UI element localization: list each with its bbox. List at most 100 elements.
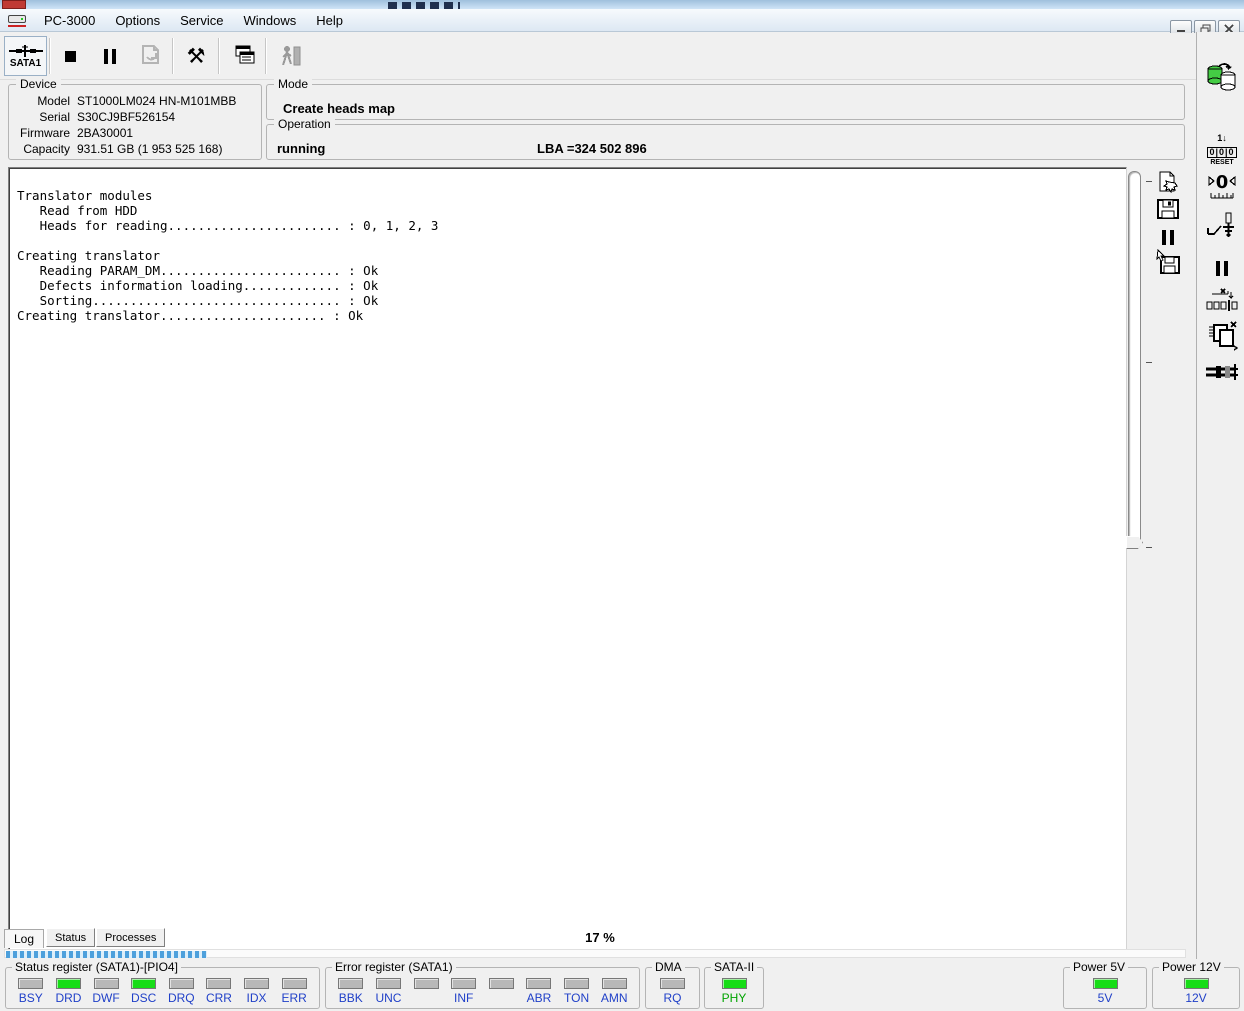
new-log-icon: [1159, 171, 1178, 194]
drive-copy-button[interactable]: [1205, 60, 1239, 92]
device-serial-value: S30CJ9BF526154: [77, 110, 176, 124]
progress-bar: [4, 949, 1186, 958]
reset-counter-icon: 1↓ 0|0|0 RESET: [1207, 133, 1237, 166]
led-cell-ton: TON: [558, 978, 596, 1005]
drq-label: DRQ: [167, 991, 195, 1005]
device-group: Device Model ST1000LM024 HN-M101MBB Seri…: [8, 77, 262, 160]
new-log-button[interactable]: [1153, 169, 1183, 195]
trackbar-tick: [1146, 181, 1152, 182]
bbk-label: BBK: [338, 991, 363, 1005]
dsc-led: [131, 978, 157, 989]
app-logo-fragment: [2, 0, 26, 9]
device-model-label: Model: [37, 94, 70, 108]
pause-utility-button[interactable]: [1205, 252, 1239, 284]
led-cell-bbk: BBK: [332, 978, 370, 1005]
status-register-group: Status register (SATA1)-[PIO4] BSY DRD D…: [5, 960, 320, 1009]
toolbar-separator: [218, 38, 220, 74]
crr-led: [206, 978, 232, 989]
operation-legend: Operation: [274, 117, 335, 131]
tab-status[interactable]: Status: [46, 928, 96, 947]
abr-label: ABR: [526, 991, 552, 1005]
err-label: ERR: [281, 991, 307, 1005]
device-capacity-label: Capacity: [23, 142, 70, 156]
led-cell-dwf: DWF: [87, 978, 125, 1005]
sata2-title: SATA-II: [711, 960, 758, 974]
rq-label: RQ: [663, 991, 682, 1005]
exit-icon: [282, 46, 301, 66]
power12-label: 12V: [1185, 991, 1207, 1005]
skip-counter-button[interactable]: [1205, 285, 1239, 317]
pc3000-window: PC-3000 Options Service Windows Help SAT…: [0, 0, 1244, 1011]
titlebar-sliver: [0, 0, 1244, 9]
power5-led: [1092, 978, 1118, 989]
crr-label: CRR: [205, 991, 232, 1005]
led-cell-amn: AMN: [595, 978, 633, 1005]
dsc-label: DSC: [131, 991, 157, 1005]
led-cell-bsy: BSY: [12, 978, 50, 1005]
windows-cascade-icon: [235, 45, 255, 64]
exit-button[interactable]: [272, 36, 308, 76]
device-serial-label: Serial: [39, 110, 70, 124]
err-led: [281, 978, 307, 989]
head-switch-button[interactable]: [1205, 210, 1239, 242]
toolbar-separator: [49, 38, 51, 74]
power12-group: Power 12V 12V: [1152, 960, 1240, 1009]
trackbar-tick: [1146, 362, 1152, 363]
device-legend: Device: [16, 77, 61, 91]
port-sata1-button[interactable]: SATA1: [4, 36, 47, 76]
menu-pc3000[interactable]: PC-3000: [34, 10, 105, 31]
head-switch-icon: [1207, 212, 1234, 237]
power5-group: Power 5V 5V: [1063, 960, 1147, 1009]
toolbar: SATA1 ⚒: [0, 33, 1196, 80]
close-windows-button[interactable]: [1205, 319, 1239, 351]
idx-led: [244, 978, 270, 989]
unc-label: UNC: [375, 991, 402, 1005]
log-line: Defects information loading.............…: [17, 278, 379, 293]
tab-log[interactable]: Log: [4, 929, 44, 948]
bbk-led: [338, 978, 364, 989]
drd-led: [55, 978, 81, 989]
power5-title: Power 5V: [1070, 960, 1129, 974]
terminal-connect-button[interactable]: [1205, 357, 1239, 389]
drive-copy-icon: [1207, 63, 1236, 91]
menu-options[interactable]: Options: [105, 10, 170, 31]
phy-label: PHY: [721, 991, 747, 1005]
tab-processes[interactable]: Processes: [96, 928, 166, 947]
device-firmware-label: Firmware: [20, 126, 70, 140]
menu-service[interactable]: Service: [170, 10, 233, 31]
windows-cascade-button[interactable]: [225, 36, 261, 76]
run-script-button[interactable]: [133, 36, 169, 76]
stop-button[interactable]: [52, 36, 88, 76]
save-log-as-button[interactable]: [1153, 249, 1183, 275]
log-line: Creating translator.....................…: [17, 308, 364, 323]
phy-led: [721, 978, 747, 989]
log-line: Reading PARAM_DM........................…: [17, 263, 379, 278]
trackbar-tick: [1146, 547, 1152, 548]
reset-counter-button[interactable]: 1↓ 0|0|0 RESET: [1205, 134, 1239, 166]
toolbar-separator: [172, 38, 174, 74]
abr-led: [526, 978, 552, 989]
led-cell-dsc: DSC: [125, 978, 163, 1005]
power12-led: [1183, 978, 1209, 989]
ton-led: [564, 978, 590, 989]
zero-position-button[interactable]: 0: [1205, 169, 1239, 201]
dwf-label: DWF: [92, 991, 120, 1005]
save-as-icon: [1156, 249, 1180, 274]
app-icon: [8, 14, 26, 27]
progress-fill: [6, 951, 207, 958]
led-cell-drd: DRD: [50, 978, 88, 1005]
save-log-button[interactable]: [1153, 196, 1183, 222]
dma-title: DMA: [652, 960, 685, 974]
pause-log-button[interactable]: [1153, 224, 1183, 250]
led-cell-rq: RQ: [652, 978, 693, 1005]
menu-help[interactable]: Help: [306, 10, 353, 31]
unnamed-led: [488, 978, 514, 989]
log-trackbar[interactable]: [1128, 171, 1141, 549]
pause-icon: [1162, 229, 1174, 245]
tools-button[interactable]: ⚒: [178, 36, 214, 76]
log-pane[interactable]: Translator modules Read from HDD Heads f…: [8, 167, 1127, 950]
log-line: Translator modules: [17, 188, 153, 203]
menu-windows[interactable]: Windows: [233, 10, 306, 31]
pause-button[interactable]: [92, 36, 128, 76]
